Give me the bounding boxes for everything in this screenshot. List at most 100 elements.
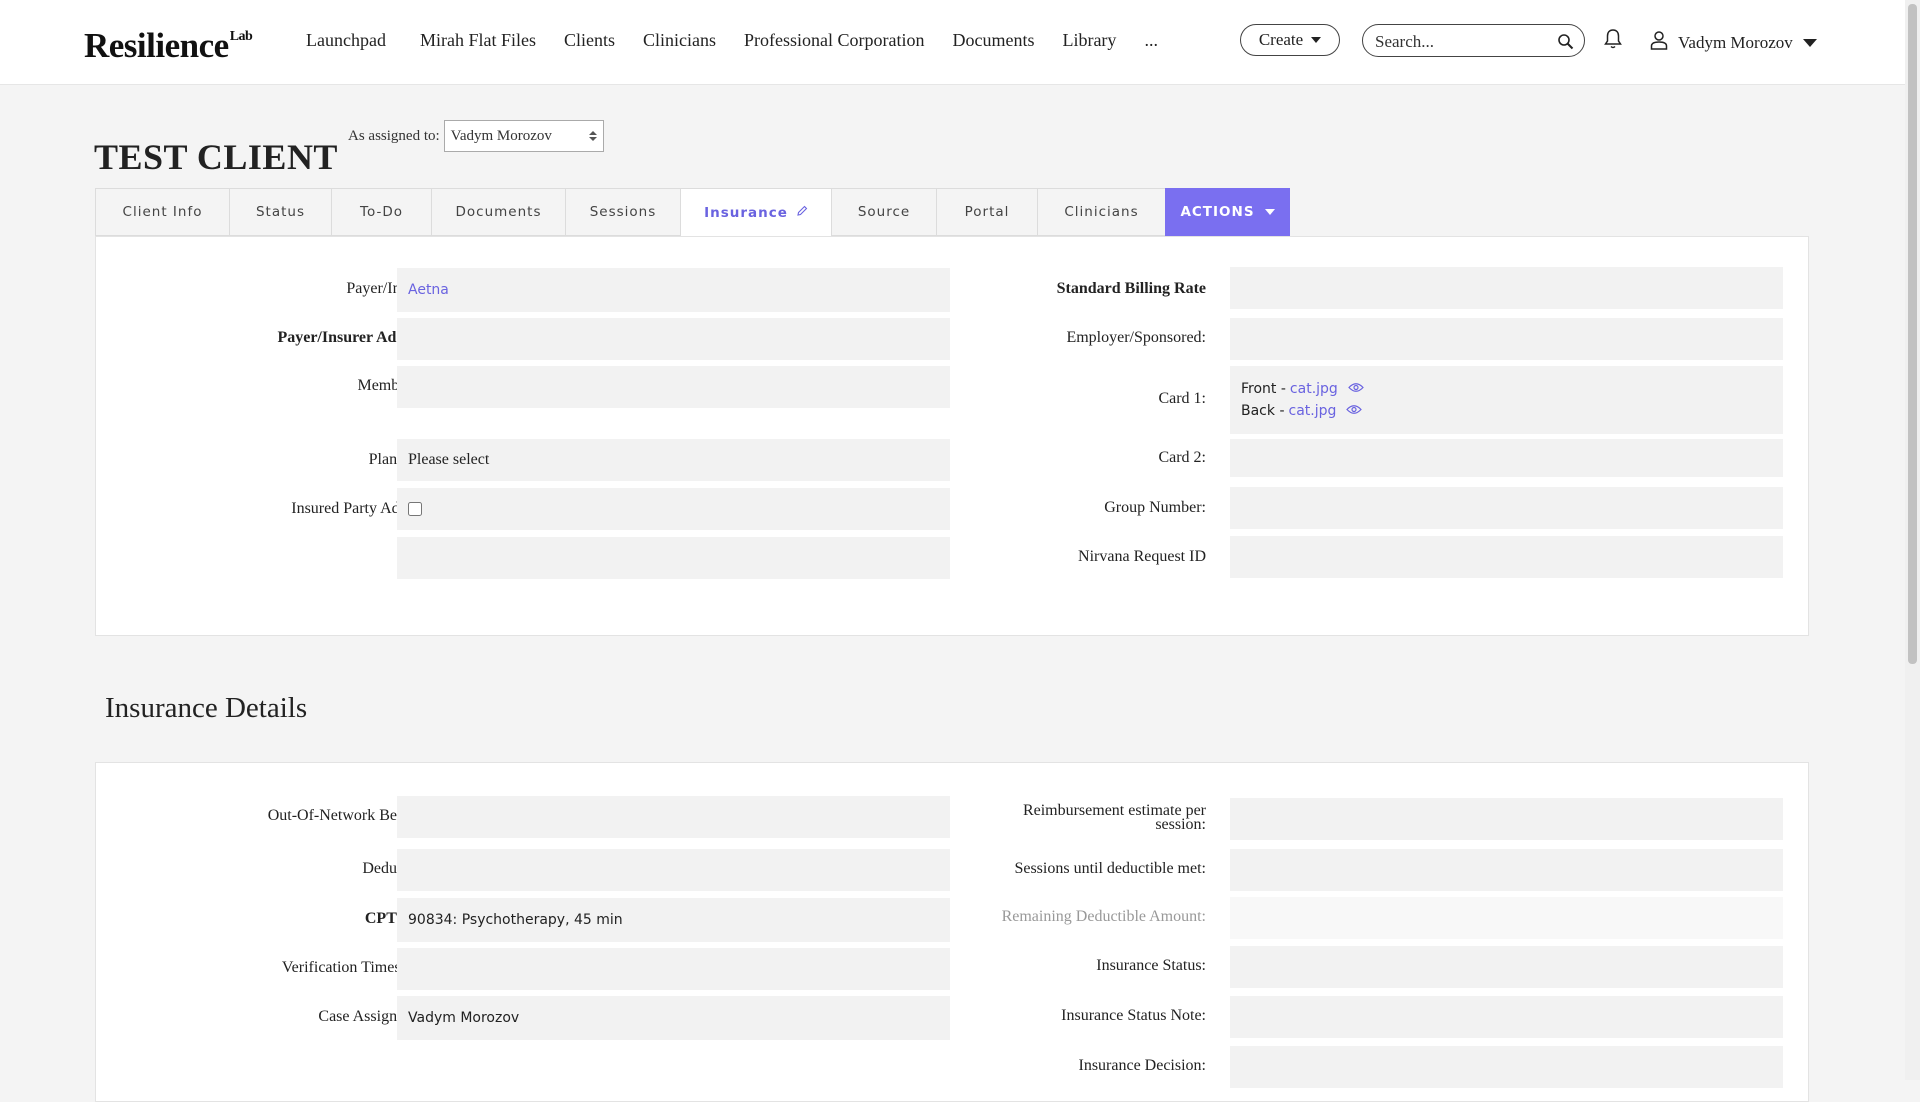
insured-party-address-checkbox[interactable]: [408, 502, 422, 516]
insurance-details-title: Insurance Details: [105, 692, 308, 724]
insurance-decision-label: Insurance Decision:: [1078, 1057, 1206, 1074]
client-tabs: Client Info Status To-Do Documents Sessi…: [95, 188, 1290, 236]
select-arrows-icon: [588, 131, 597, 141]
eye-icon[interactable]: [1347, 381, 1364, 397]
card1-back-link[interactable]: cat.jpg: [1289, 403, 1337, 419]
tab-source[interactable]: Source: [831, 188, 936, 236]
sessions-until-deductible-field[interactable]: [1230, 849, 1783, 891]
nav-more[interactable]: ...: [1144, 30, 1158, 51]
payer-address-field[interactable]: [397, 318, 950, 360]
create-label: Create: [1258, 30, 1304, 49]
assigned-select[interactable]: Vadym Morozov: [443, 120, 604, 152]
card1-label: Card 1:: [1158, 390, 1206, 407]
search-input[interactable]: [1373, 29, 1552, 55]
insured-party-address-field: [397, 488, 950, 530]
user-icon: [1650, 30, 1668, 55]
eye-icon[interactable]: [1346, 403, 1363, 419]
insurance-panel: Payer/Insurer: Aetna Payer/Insurer Addre…: [95, 236, 1809, 636]
card1-front-link[interactable]: cat.jpg: [1290, 381, 1338, 397]
out-of-network-label: Out-Of-Network Benefits:: [267, 807, 437, 824]
case-assigned-to-label: Case Assigned To:: [318, 1008, 437, 1025]
insurance-decision-field[interactable]: [1230, 1046, 1783, 1088]
case-assigned-to-select[interactable]: Vadym Morozov: [397, 996, 950, 1040]
create-button[interactable]: Create: [1240, 24, 1340, 56]
nav-documents[interactable]: Documents: [952, 30, 1034, 51]
tab-label: Source: [857, 204, 911, 220]
standard-billing-rate-field[interactable]: [1230, 267, 1783, 309]
card1-back-label: Back -: [1241, 403, 1285, 419]
group-number-field[interactable]: [1230, 487, 1783, 529]
tab-portal[interactable]: Portal: [936, 188, 1037, 236]
insured-party-address-input[interactable]: [397, 537, 950, 579]
plan-type-select[interactable]: Please select: [397, 439, 950, 481]
tab-insurance[interactable]: Insurance: [680, 188, 831, 236]
tab-client-info[interactable]: Client Info: [95, 188, 229, 236]
insurance-status-label: Insurance Status:: [1096, 957, 1206, 974]
user-name: Vadym Morozov: [1678, 32, 1793, 52]
tab-label: Client Info: [122, 204, 203, 220]
verification-timestamp-field[interactable]: [397, 948, 950, 990]
standard-billing-rate-label: Standard Billing Rate: [1056, 280, 1206, 297]
member-id-field[interactable]: [397, 366, 950, 408]
tab-sessions[interactable]: Sessions: [565, 188, 680, 236]
payer-address-label: Payer/Insurer Address:: [277, 329, 437, 346]
group-number-label: Group Number:: [1104, 499, 1206, 516]
tab-clinicians[interactable]: Clinicians: [1037, 188, 1165, 236]
deductible-field[interactable]: [397, 849, 950, 891]
actions-dropdown-button[interactable]: ACTIONS: [1165, 188, 1290, 236]
cpt-code-select[interactable]: 90834: Psychotherapy, 45 min: [397, 898, 950, 942]
nav-clinicians[interactable]: Clinicians: [643, 30, 716, 51]
nirvana-request-id-label: Nirvana Request ID: [1078, 548, 1206, 565]
search-icon[interactable]: [1557, 33, 1574, 54]
tab-to-do[interactable]: To-Do: [331, 188, 431, 236]
deductible-label: Deductible:: [156, 860, 437, 878]
case-assigned-to-value: Vadym Morozov: [408, 1010, 520, 1026]
tab-label: Clinicians: [1064, 204, 1139, 220]
tab-label: Documents: [455, 204, 542, 220]
out-of-network-field[interactable]: [397, 796, 950, 838]
assigned-label: As assigned to:: [348, 127, 440, 144]
reimbursement-estimate-label: Reimbursement estimate per session:: [1022, 802, 1206, 833]
insured-party-address-label: Insured Party Address:: [291, 500, 437, 517]
tab-documents[interactable]: Documents: [431, 188, 565, 236]
insurance-details-panel: Out-Of-Network Benefits: Deductible: CPT…: [95, 762, 1809, 1102]
insurance-status-field[interactable]: [1230, 946, 1783, 988]
sessions-until-deductible-label: Sessions until deductible met:: [1014, 860, 1206, 877]
assigned-value: Vadym Morozov: [450, 127, 552, 144]
brand-logo[interactable]: ResilienceLab: [84, 26, 253, 66]
member-id-label: Member ID:: [357, 377, 437, 394]
page-scrollbar[interactable]: [1905, 0, 1920, 1080]
reimbursement-estimate-field[interactable]: [1230, 798, 1783, 840]
nav-library[interactable]: Library: [1062, 30, 1116, 51]
employer-sponsored-label: Employer/Sponsored:: [1066, 329, 1206, 346]
nav-mirah-flat-files[interactable]: Mirah Flat Files: [420, 30, 536, 51]
payer-label: Payer/Insurer:: [346, 280, 437, 297]
nav-professional-corporation[interactable]: Professional Corporation: [744, 30, 924, 51]
tab-label: Insurance: [704, 204, 788, 221]
top-navbar: ResilienceLab Launchpad Mirah Flat Files…: [0, 0, 1905, 85]
verification-timestamp-label: Verification Timestamp:: [281, 959, 437, 976]
user-menu[interactable]: Vadym Morozov: [1650, 30, 1817, 55]
cpt-code-label: CPT code:: [364, 910, 437, 927]
insurance-status-note-label: Insurance Status Note:: [1061, 1007, 1206, 1024]
client-title: TEST CLIENT: [94, 137, 338, 177]
payer-field[interactable]: Aetna: [397, 268, 950, 312]
nirvana-request-id-field[interactable]: [1230, 536, 1783, 578]
actions-label: ACTIONS: [1180, 204, 1255, 220]
card1-front-row: Front - cat.jpg: [1241, 381, 1364, 397]
nav-launchpad[interactable]: Launchpad: [306, 30, 386, 51]
insurance-status-note-field[interactable]: [1230, 996, 1783, 1038]
card1-field: Front - cat.jpg Back - cat.jpg: [1230, 366, 1783, 434]
tab-status[interactable]: Status: [229, 188, 331, 236]
plan-type-value: Please select: [408, 451, 490, 468]
nav-clients[interactable]: Clients: [564, 30, 615, 51]
card2-field[interactable]: [1230, 439, 1783, 477]
employer-sponsored-field[interactable]: [1230, 318, 1783, 360]
tab-label: To-Do: [360, 204, 403, 220]
caret-down-icon: [1264, 209, 1275, 215]
scrollbar-thumb[interactable]: [1908, 4, 1917, 664]
brand-name: Resilience: [84, 26, 229, 65]
main-nav: Launchpad Mirah Flat Files Clients Clini…: [306, 30, 1186, 51]
bell-icon[interactable]: [1603, 28, 1623, 54]
card1-back-row: Back - cat.jpg: [1241, 403, 1363, 419]
